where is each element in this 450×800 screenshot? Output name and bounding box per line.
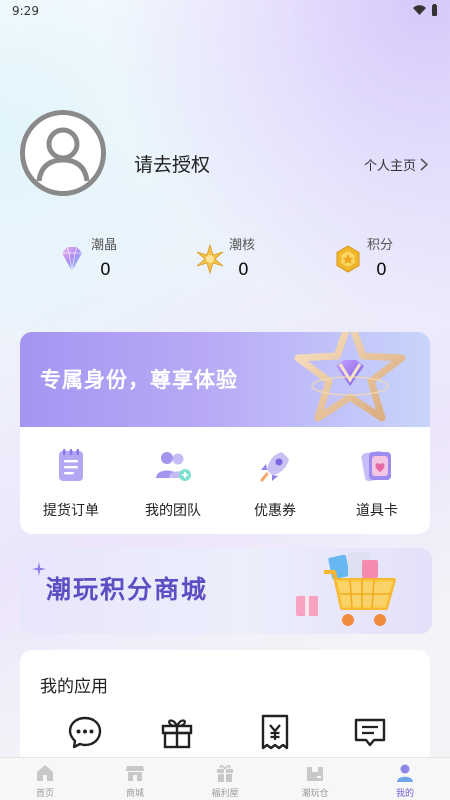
battery-icon	[432, 4, 437, 16]
status-icons	[413, 4, 438, 16]
bottom-tab-bar: 首页 商城 福利屋 潮玩仓 我的	[0, 757, 450, 800]
user-icon	[397, 764, 413, 782]
home-icon	[37, 765, 53, 781]
chat-bubble-icon[interactable]	[65, 712, 105, 752]
shopping-cart-icon	[296, 552, 396, 626]
points-mall-banner[interactable]: 潮玩积分商城	[20, 548, 432, 634]
tab-label: 潮玩仓	[301, 789, 329, 799]
prop-card-icon	[361, 450, 391, 482]
stats-row: 潮晶 0 潮核 0 积分 0	[0, 232, 450, 284]
action-pickup-orders[interactable]: 提货订单	[20, 432, 122, 532]
my-apps-title: 我的应用	[40, 677, 108, 697]
warehouse-icon	[307, 767, 323, 781]
stat-chaohe[interactable]: 潮核 0	[195, 232, 315, 284]
tab-label: 首页	[35, 789, 54, 799]
profile-link[interactable]: 个人主页	[364, 155, 428, 174]
username[interactable]: 请去授权	[134, 150, 210, 177]
tab-mine[interactable]: 我的	[360, 758, 450, 800]
order-list-icon	[59, 449, 83, 481]
quick-actions: 提货订单 我的团队 优惠券 道具卡	[20, 432, 430, 532]
chevron-right-icon	[420, 158, 428, 171]
tab-mall[interactable]: 商城	[90, 758, 180, 800]
user-avatar-icon	[36, 127, 90, 182]
avatar[interactable]	[20, 110, 106, 196]
points-mall-title: 潮玩积分商城	[46, 575, 209, 604]
status-time: 9:29	[12, 4, 39, 18]
stat-label: 潮核	[229, 238, 256, 253]
action-coupons[interactable]: 优惠券	[224, 432, 326, 532]
points-coin-icon	[336, 245, 360, 273]
crown-star-icon	[294, 332, 406, 422]
membership-card: 专属身份，尊享体验 提货订单 我的团队 优惠券 道具卡	[20, 332, 430, 534]
tab-label: 福利屋	[211, 789, 239, 799]
action-label: 我的团队	[145, 503, 201, 519]
action-label: 道具卡	[356, 503, 398, 519]
my-apps-card: 我的应用	[20, 650, 430, 770]
stat-value: 0	[238, 260, 249, 280]
action-my-team[interactable]: 我的团队	[122, 432, 224, 532]
wifi-icon	[413, 5, 426, 15]
tab-label: 商城	[125, 789, 144, 799]
star-core-icon	[196, 244, 224, 274]
my-apps-row	[20, 712, 430, 752]
stat-value: 0	[376, 260, 387, 280]
tab-label: 我的	[395, 789, 414, 799]
action-prop-cards[interactable]: 道具卡	[326, 432, 428, 532]
gift-box-icon	[217, 765, 233, 782]
action-label: 提货订单	[43, 503, 99, 519]
profile-link-label: 个人主页	[363, 159, 416, 174]
message-box-icon[interactable]	[350, 712, 390, 752]
store-icon	[126, 766, 144, 781]
status-bar: 9:29	[0, 0, 450, 22]
coupon-rocket-icon	[260, 452, 289, 482]
sparkle-icon	[32, 562, 46, 576]
team-icon	[156, 452, 191, 481]
tab-warehouse[interactable]: 潮玩仓	[270, 758, 360, 800]
stat-chaojing[interactable]: 潮晶 0	[57, 232, 177, 284]
action-label: 优惠券	[254, 503, 296, 519]
stat-label: 积分	[367, 238, 394, 253]
stat-label: 潮晶	[91, 238, 118, 253]
yuan-receipt-icon[interactable]	[255, 712, 295, 752]
tab-home[interactable]: 首页	[0, 758, 90, 800]
gift-icon[interactable]	[157, 712, 197, 752]
diamond-icon	[62, 246, 82, 272]
stat-value: 0	[100, 260, 111, 280]
membership-banner[interactable]: 专属身份，尊享体验	[20, 332, 430, 427]
tab-welfare[interactable]: 福利屋	[180, 758, 270, 800]
stat-points[interactable]: 积分 0	[333, 232, 450, 284]
banner-text: 专属身份，尊享体验	[40, 368, 238, 392]
